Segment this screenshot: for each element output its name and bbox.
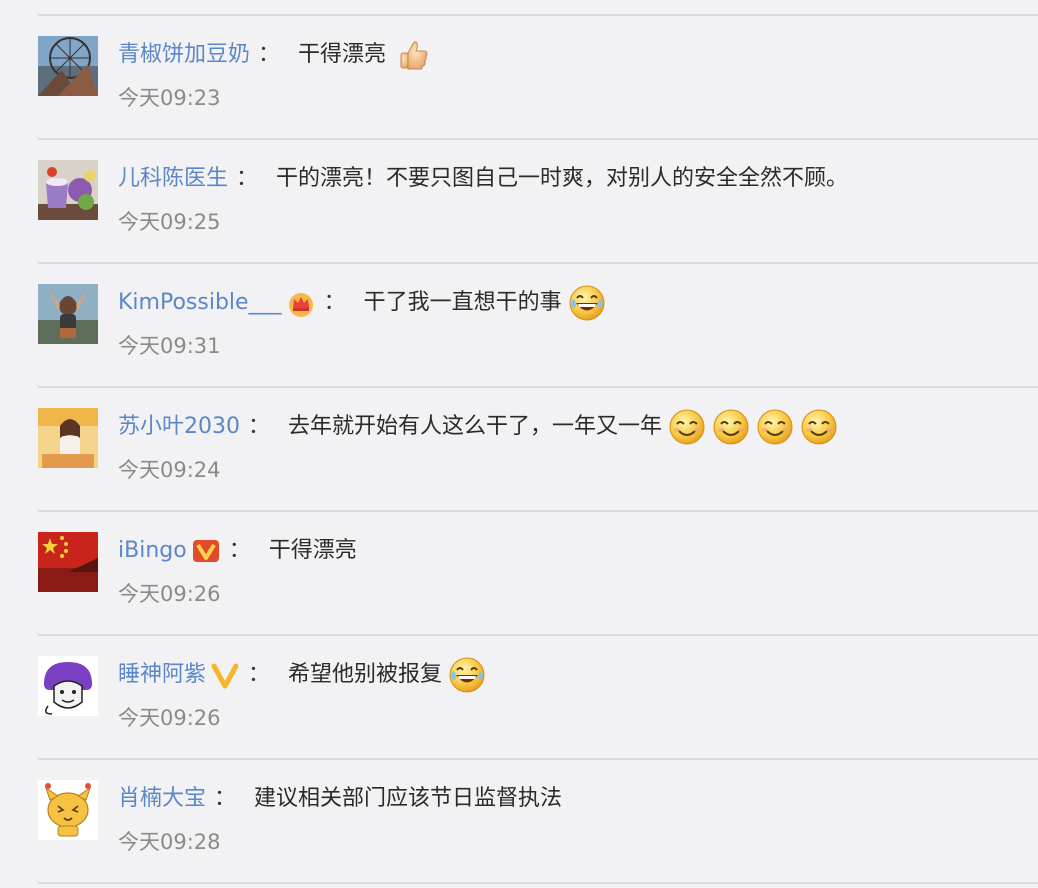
comment-item: iBingo ： 干得漂亮 今天09:26: [0, 511, 1038, 635]
timestamp: 今天09:24: [118, 458, 221, 482]
comment-item: 肖楠大宝 ： 建议相关部门应该节日监督执法 今天09:28: [0, 759, 1038, 883]
colon-separator: ：: [248, 414, 271, 439]
timestamp: 今天09:31: [118, 334, 221, 358]
smile-emoji: [757, 409, 793, 445]
timestamp: 今天09:26: [118, 582, 221, 606]
crown-badge-icon[interactable]: [286, 288, 316, 318]
smile-emoji: [713, 409, 749, 445]
comment-text: 干得漂亮: [298, 42, 387, 67]
timestamp: 今天09:28: [118, 830, 221, 854]
laugh-tears-emoji: [569, 285, 605, 321]
comment-item: KimPossible___ ： 干了我一直想干的事 今天09:31: [0, 263, 1038, 387]
colon-separator: ：: [258, 42, 281, 67]
colon-separator: ：: [214, 786, 237, 811]
username-link[interactable]: 肖楠大宝: [118, 781, 206, 817]
avatar[interactable]: [38, 284, 98, 344]
avatar[interactable]: [38, 532, 98, 592]
comment-text: 干的漂亮！不要只图自己一时爽，对别人的安全全然不顾。: [276, 166, 849, 191]
username-link[interactable]: iBingo: [118, 533, 187, 569]
comment-text: 去年就开始有人这么干了，一年又一年: [288, 414, 663, 439]
username-link[interactable]: 青椒饼加豆奶: [118, 37, 250, 73]
colon-separator: ：: [236, 166, 259, 191]
comment-line: 苏小叶2030 ： 去年就开始有人这么干了，一年又一年: [118, 409, 838, 445]
avatar[interactable]: [38, 408, 98, 468]
colon-separator: ：: [323, 290, 346, 315]
timestamp: 今天09:26: [118, 706, 221, 730]
avatar[interactable]: [38, 36, 98, 96]
avatar[interactable]: [38, 656, 98, 716]
colon-separator: ：: [228, 538, 251, 563]
comment-text: 希望他别被报复: [288, 662, 443, 687]
timestamp: 今天09:25: [118, 210, 221, 234]
username-link[interactable]: 儿科陈医生: [118, 161, 228, 197]
comment-line: 睡神阿紫 ： 希望他别被报复: [118, 657, 486, 693]
comment-line: 青椒饼加豆奶 ： 干得漂亮: [118, 37, 430, 73]
laugh-tears-emoji: [449, 657, 485, 693]
verified-v-red-badge[interactable]: [191, 536, 221, 566]
username-link[interactable]: 睡神阿紫: [118, 657, 206, 693]
avatar[interactable]: [38, 160, 98, 220]
username-link[interactable]: 苏小叶2030: [118, 409, 240, 445]
comment-line: 儿科陈医生 ： 干的漂亮！不要只图自己一时爽，对别人的安全全然不顾。: [118, 161, 848, 197]
divider: [38, 882, 1038, 884]
smile-emoji: [669, 409, 705, 445]
username-link[interactable]: KimPossible___: [118, 285, 282, 321]
comment-line: iBingo ： 干得漂亮: [118, 533, 357, 569]
comment-line: KimPossible___ ： 干了我一直想干的事: [118, 285, 606, 321]
avatar[interactable]: [38, 780, 98, 840]
comment-item: 苏小叶2030 ： 去年就开始有人这么干了，一年又一年 今天09:24: [0, 387, 1038, 511]
comment-line: 肖楠大宝 ： 建议相关部门应该节日监督执法: [118, 781, 562, 817]
thumbs-up-icon: [400, 41, 428, 70]
comment-text: 干了我一直想干的事: [363, 290, 562, 315]
verified-v-yellow-badge[interactable]: [210, 660, 240, 690]
comment-text: 干得漂亮: [268, 538, 357, 563]
colon-separator: ：: [248, 662, 271, 687]
comment-item: 儿科陈医生 ： 干的漂亮！不要只图自己一时爽，对别人的安全全然不顾。 今天09:…: [0, 139, 1038, 263]
comment-text: 建议相关部门应该节日监督执法: [254, 786, 563, 811]
comment-item: 青椒饼加豆奶 ： 干得漂亮 今天09:23: [0, 15, 1038, 139]
comment-item: 睡神阿紫 ： 希望他别被报复 今天09:26: [0, 635, 1038, 759]
timestamp: 今天09:23: [118, 86, 221, 110]
smile-emoji: [801, 409, 837, 445]
